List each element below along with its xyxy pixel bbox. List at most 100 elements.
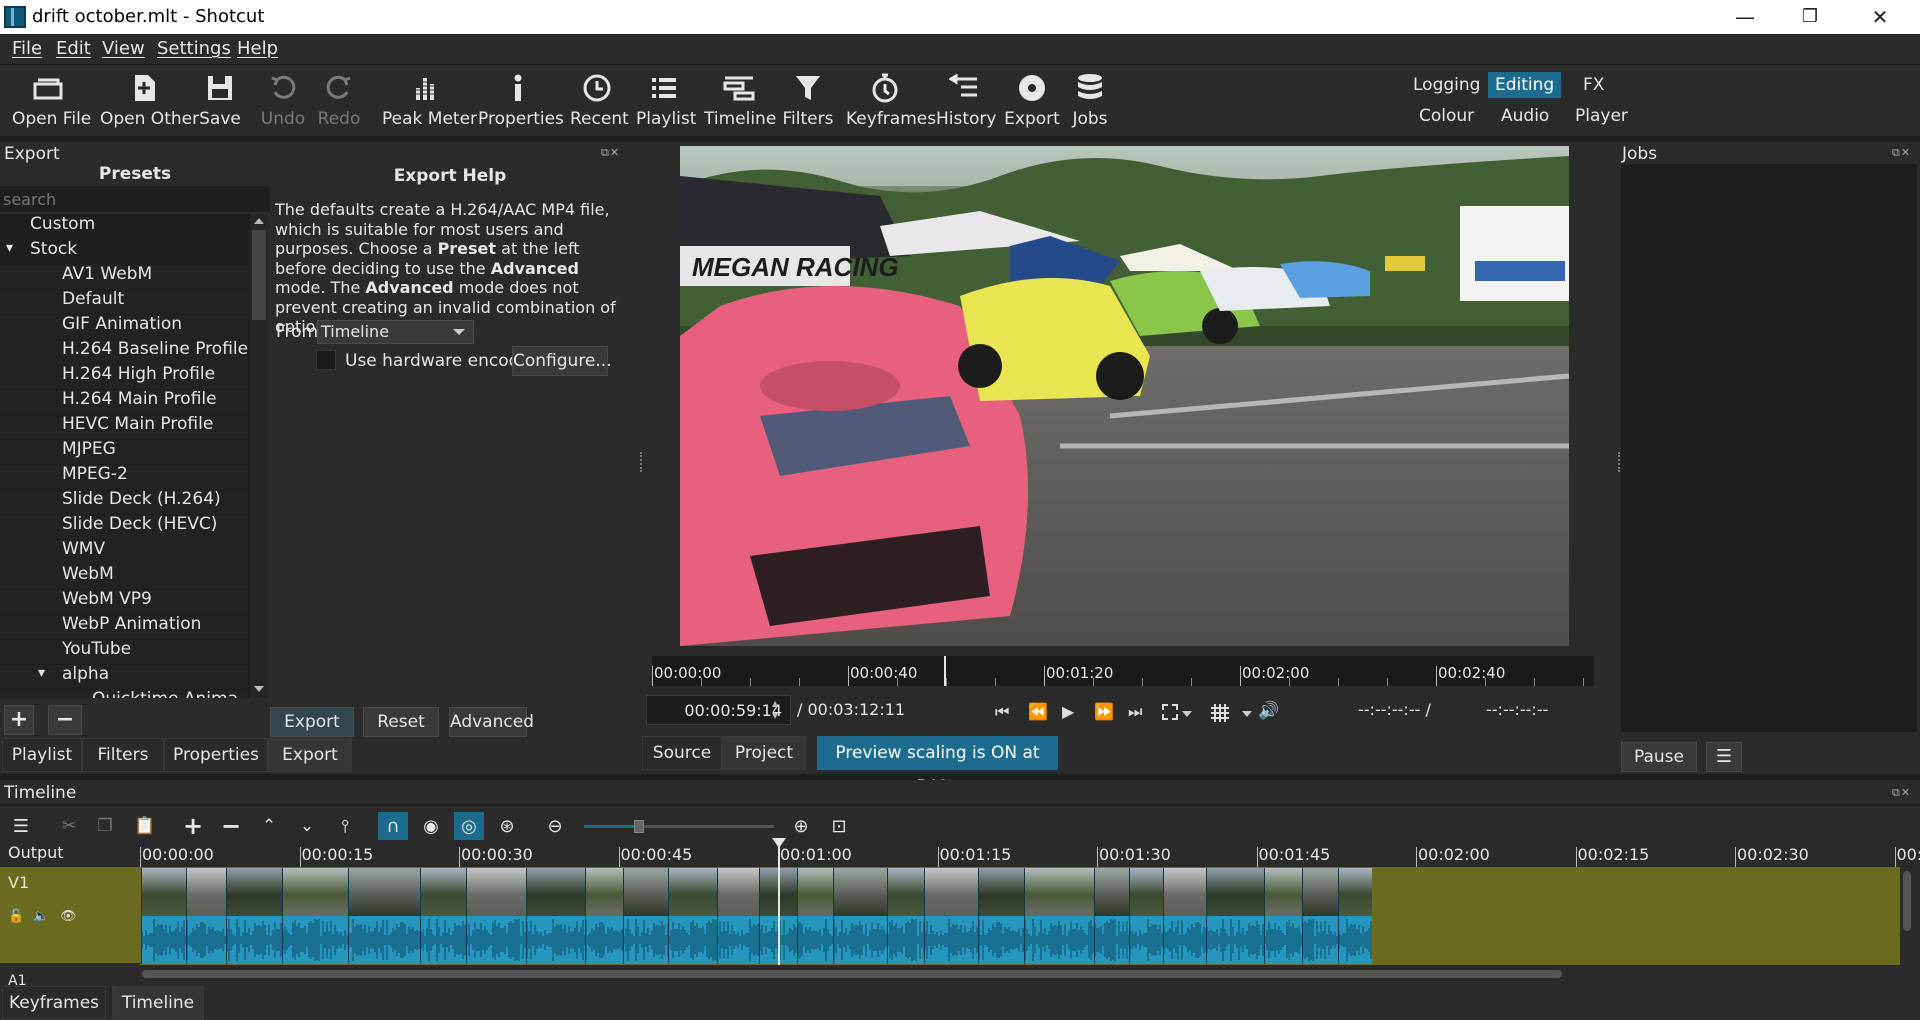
tab-project[interactable]: Project bbox=[722, 736, 806, 770]
timeline-ruler[interactable]: 00:00:00 00:00:15 00:00:30 00:00:45 00:01:00… bbox=[140, 843, 1920, 867]
fast-forward-icon[interactable]: ⏩ bbox=[1094, 702, 1114, 721]
ripple-icon[interactable]: ◎ bbox=[454, 812, 484, 840]
zoom-slider-handle[interactable] bbox=[634, 820, 644, 833]
preset-item[interactable]: Quicktime Anima bbox=[92, 689, 238, 698]
tab-properties[interactable]: Properties bbox=[164, 738, 268, 772]
timeline-clip[interactable] bbox=[1163, 868, 1207, 964]
preset-item[interactable]: H.264 High Profile bbox=[62, 364, 215, 389]
preset-item[interactable]: Slide Deck (HEVC) bbox=[62, 514, 217, 539]
timeline-hscroll-thumb[interactable] bbox=[142, 970, 1562, 978]
grid-icon[interactable] bbox=[1210, 703, 1230, 723]
tab-export[interactable]: Export bbox=[268, 738, 352, 772]
recent-button[interactable]: Recent bbox=[570, 69, 629, 129]
grid-dropdown-icon[interactable] bbox=[1242, 711, 1252, 717]
from-select[interactable]: Timeline bbox=[317, 320, 474, 344]
time-stepper-icon[interactable]: ▲ ▼ bbox=[772, 698, 778, 722]
a1-track-header[interactable]: A1 bbox=[0, 965, 140, 985]
menu-help[interactable]: Help bbox=[237, 38, 278, 59]
timeline-menu-icon[interactable]: ☰ bbox=[6, 812, 36, 840]
close-button[interactable]: ✕ bbox=[1850, 2, 1910, 32]
overwrite-icon[interactable]: ⌄ bbox=[292, 812, 322, 840]
volume-icon[interactable]: 🔊 bbox=[1258, 701, 1279, 721]
hardware-encoder-checkbox[interactable] bbox=[316, 350, 336, 370]
preset-item[interactable]: H.264 Baseline Profile bbox=[62, 339, 248, 364]
paste-icon[interactable]: 📋 bbox=[130, 812, 160, 840]
skip-next-icon[interactable]: ⏭ bbox=[1128, 702, 1142, 722]
preset-item[interactable]: GIF Animation bbox=[62, 314, 182, 339]
skip-previous-icon[interactable]: ⏮ bbox=[995, 702, 1009, 722]
expand-arrow-icon[interactable]: ▾ bbox=[6, 240, 13, 265]
timeline-clip[interactable] bbox=[466, 868, 526, 964]
export-file-button[interactable]: Export File bbox=[270, 707, 354, 760]
open-other-button[interactable]: Open Other bbox=[100, 69, 199, 129]
timeline-clip[interactable] bbox=[141, 868, 187, 964]
visibility-eye-icon[interactable]: 👁 bbox=[60, 909, 77, 924]
tab-filters[interactable]: Filters bbox=[82, 738, 164, 772]
split-icon[interactable]: ⫯ bbox=[330, 812, 360, 840]
preset-item[interactable]: WebM VP9 bbox=[62, 589, 152, 614]
timeline-clip[interactable] bbox=[887, 868, 925, 964]
export-dock-buttons-icon[interactable]: ⧉✕ bbox=[601, 146, 620, 160]
preset-item[interactable]: WebM bbox=[62, 564, 114, 589]
preset-item[interactable]: MPEG-2 bbox=[62, 464, 128, 489]
ripple-all-tracks-icon[interactable]: ⊛ bbox=[492, 812, 522, 840]
tab-keyframes[interactable]: Keyframes bbox=[2, 986, 106, 1020]
menu-edit[interactable]: Edit bbox=[56, 38, 91, 59]
timeline-clip[interactable] bbox=[1206, 868, 1264, 964]
player-scrubber[interactable]: 00:00:00 00:00:40 00:01:20 00:02:00 00:02:40 bbox=[652, 656, 1594, 686]
splitter-handle[interactable] bbox=[640, 452, 644, 472]
scroll-up-icon[interactable] bbox=[254, 218, 264, 224]
minimize-button[interactable]: — bbox=[1715, 2, 1775, 32]
preset-item[interactable]: alpha bbox=[62, 664, 109, 689]
timeline-clip[interactable] bbox=[420, 868, 466, 964]
timeline-clip[interactable] bbox=[1264, 868, 1302, 964]
zoom-dropdown-icon[interactable] bbox=[1182, 711, 1192, 717]
workspace-logging[interactable]: Logging bbox=[1406, 72, 1487, 98]
add-preset-button[interactable]: + bbox=[4, 705, 34, 735]
redo-button[interactable]: Redo bbox=[314, 69, 364, 129]
workspace-player[interactable]: Player bbox=[1568, 103, 1635, 129]
preset-item[interactable]: AV1 WebM bbox=[62, 264, 152, 289]
cut-icon[interactable]: ✂ bbox=[54, 812, 84, 840]
timeline-clip[interactable] bbox=[717, 868, 759, 964]
timeline-clip[interactable] bbox=[623, 868, 669, 964]
scrub-icon[interactable]: ◉ bbox=[416, 812, 446, 840]
timeline-vscroll-thumb[interactable] bbox=[1903, 871, 1911, 931]
reset-button[interactable]: Reset bbox=[363, 707, 439, 737]
timeline-clip[interactable] bbox=[186, 868, 226, 964]
timeline-clip[interactable] bbox=[526, 868, 586, 964]
timeline-horizontal-scrollbar[interactable] bbox=[140, 968, 1900, 980]
preset-item[interactable]: Stock bbox=[30, 239, 77, 264]
configure-button[interactable]: Configure... bbox=[512, 346, 612, 376]
timeline-clip[interactable] bbox=[282, 868, 348, 964]
preset-item[interactable]: Default bbox=[62, 289, 124, 314]
jobs-dock-buttons-icon[interactable]: ⧉✕ bbox=[1892, 146, 1911, 160]
copy-icon[interactable]: ❐ bbox=[90, 812, 120, 840]
preset-item[interactable]: HEVC Main Profile bbox=[62, 414, 213, 439]
expand-arrow-icon[interactable]: ▾ bbox=[38, 665, 45, 690]
save-button[interactable]: Save bbox=[196, 69, 244, 129]
preset-search-input[interactable] bbox=[0, 186, 270, 212]
jobs-menu-icon[interactable]: ☰ bbox=[1706, 742, 1742, 772]
timeline-vertical-scrollbar[interactable] bbox=[1900, 867, 1914, 967]
current-time-field[interactable]: 00:00:59:14 bbox=[646, 695, 791, 725]
remove-preset-button[interactable]: − bbox=[48, 705, 82, 735]
tab-source[interactable]: Source bbox=[642, 736, 722, 770]
preset-item[interactable]: Custom bbox=[30, 214, 95, 239]
pause-jobs-button[interactable]: Pause bbox=[1621, 742, 1697, 772]
preview-scaling-notice[interactable]: Preview scaling is ON at 540p bbox=[817, 736, 1058, 797]
tab-playlist[interactable]: Playlist bbox=[2, 738, 82, 772]
tab-timeline[interactable]: Timeline bbox=[112, 986, 204, 1020]
timeline-dock-buttons-icon[interactable]: ⧉✕ bbox=[1892, 786, 1911, 800]
timeline-clip[interactable] bbox=[978, 868, 1024, 964]
timeline-clip[interactable] bbox=[226, 868, 282, 964]
timeline-button[interactable]: Timeline bbox=[704, 69, 776, 129]
timeline-clip[interactable] bbox=[1094, 868, 1130, 964]
workspace-fx[interactable]: FX bbox=[1576, 72, 1611, 98]
preset-item[interactable]: WebP Animation bbox=[62, 614, 201, 639]
advanced-button[interactable]: Advanced bbox=[449, 707, 534, 737]
timeline-clip[interactable] bbox=[924, 868, 978, 964]
timeline-clip[interactable] bbox=[1024, 868, 1094, 964]
open-file-button[interactable]: Open File bbox=[12, 69, 91, 129]
timeline-clip[interactable] bbox=[1302, 868, 1338, 964]
